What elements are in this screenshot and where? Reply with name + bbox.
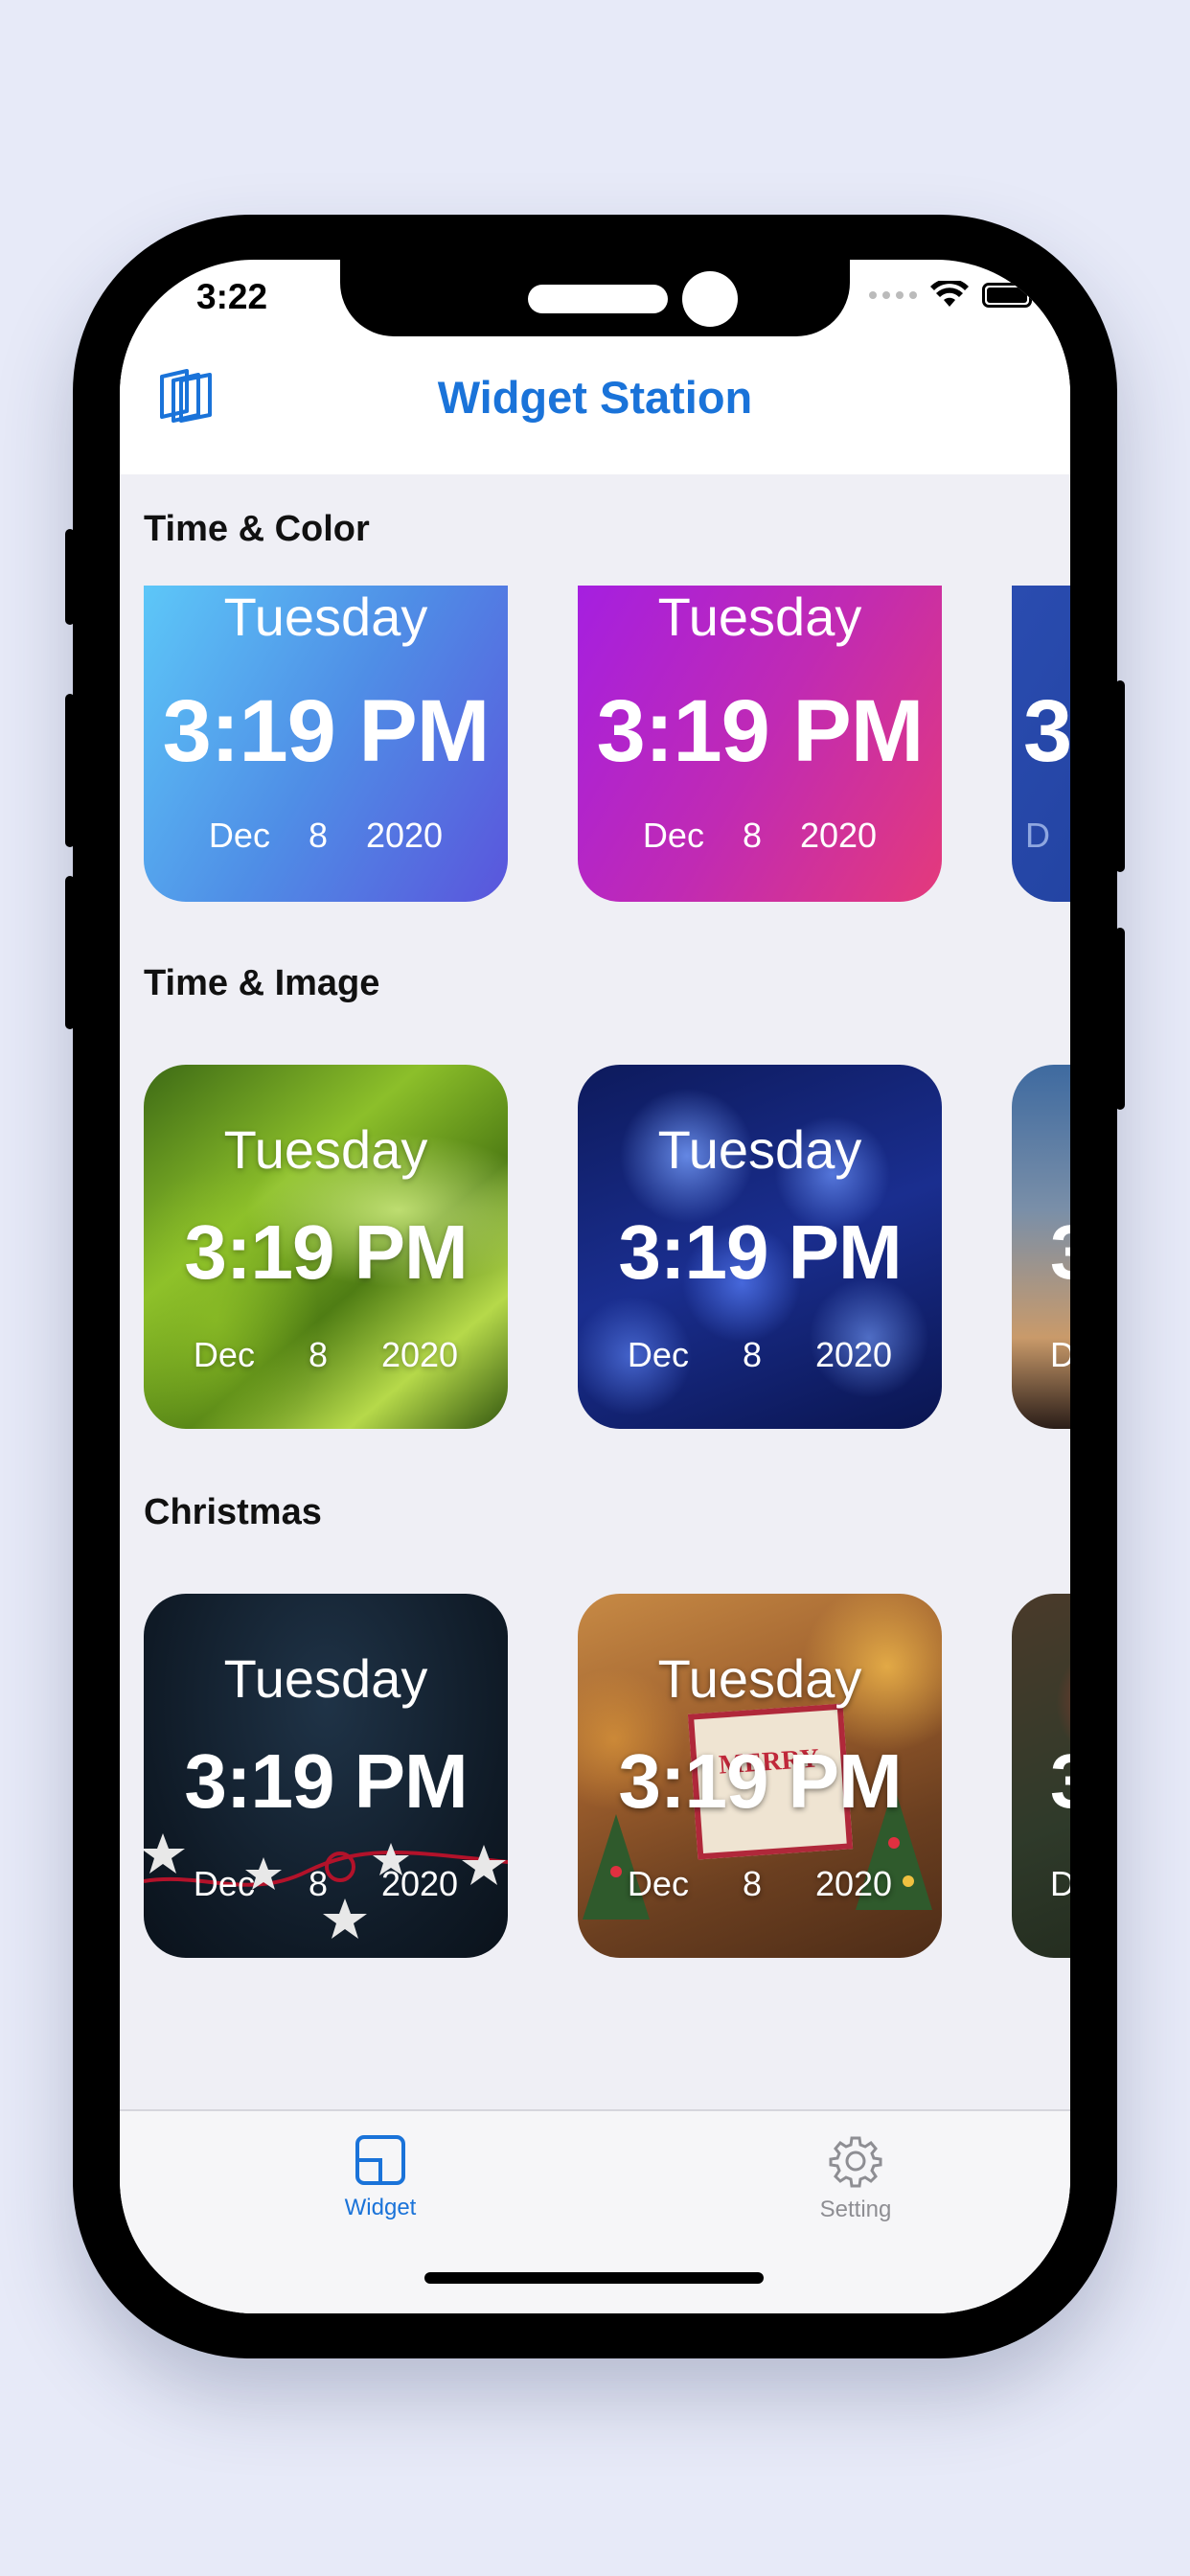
tab-widget-label: Widget	[344, 2195, 417, 2220]
tab-setting[interactable]: Setting	[760, 2134, 951, 2223]
widget-time: 3:19 PM	[596, 682, 925, 780]
widget-date: Dec 8 2020	[578, 1335, 942, 1375]
widget-date: D	[1012, 1864, 1070, 1904]
widget-card-color-2[interactable]: Tuesday 3:19 PM Dec 8 2020	[578, 586, 942, 902]
widget-day: Tuesday	[223, 1648, 428, 1709]
widget-month: D	[1050, 1335, 1070, 1374]
battery-icon	[982, 283, 1037, 308]
widget-day-number: 8	[742, 1864, 762, 1903]
widget-date: Dec 8 2020	[144, 1864, 508, 1904]
phone-frame: 3:22 Widget Station Time & Color Tuesday…	[65, 215, 1125, 2358]
widget-day-number: 8	[742, 816, 762, 855]
status-indicators	[869, 281, 1037, 310]
widget-date: Dec 8 2020	[578, 1864, 942, 1904]
widget-card-christmas-1[interactable]: Tuesday 3:19 PM Dec 8 2020	[144, 1594, 508, 1958]
widget-year: 2020	[799, 816, 878, 855]
widget-time: 3	[1012, 1737, 1070, 1826]
section-title-time-color: Time & Color	[144, 509, 370, 549]
widget-month: Dec	[193, 1335, 255, 1374]
widget-year: 2020	[380, 1864, 459, 1903]
widget-time: 3:19 PM	[162, 682, 491, 780]
section-title-time-image: Time & Image	[144, 963, 380, 1003]
side-button-lower	[1115, 928, 1125, 1110]
widget-card-image-3[interactable]: 3 D	[1012, 1065, 1070, 1429]
widget-day: Tuesday	[223, 586, 428, 647]
widget-year: 2020	[814, 1335, 893, 1374]
widget-month: D	[1050, 1864, 1070, 1903]
widget-card-color-3[interactable]: 3 D	[1012, 586, 1070, 902]
widget-day-number: 8	[742, 1335, 762, 1374]
widget-time: 3:19 PM	[184, 1209, 468, 1295]
widget-year: 2020	[380, 1335, 459, 1374]
section-title-christmas: Christmas	[144, 1492, 322, 1532]
tab-setting-label: Setting	[819, 2196, 892, 2222]
tab-widget[interactable]: Widget	[285, 2134, 476, 2221]
widget-date: Dec 8 2020	[144, 816, 508, 856]
volume-up-button	[65, 694, 75, 847]
widget-time: 3:19 PM	[618, 1209, 902, 1295]
widget-day: Tuesday	[657, 1119, 862, 1180]
app-title: Widget Station	[437, 372, 753, 423]
power-button	[1115, 680, 1125, 872]
widget-time: 3	[1012, 1208, 1070, 1297]
widget-date: Dec 8 2020	[578, 816, 942, 856]
widget-year: 2020	[365, 816, 444, 855]
gear-icon	[829, 2136, 882, 2188]
widget-date: D	[1012, 816, 1070, 856]
widget-time: 3:19 PM	[184, 1738, 468, 1824]
widget-day: Tuesday	[223, 1119, 428, 1180]
cellular-signal-icon	[869, 291, 917, 299]
mute-switch	[65, 529, 75, 625]
widget-time: 3:19 PM	[618, 1738, 902, 1824]
widget-month: D	[1025, 816, 1050, 855]
widget-date: Dec 8 2020	[144, 1335, 508, 1375]
widget-year: 2020	[814, 1864, 893, 1903]
front-camera	[682, 271, 738, 327]
widget-date: D	[1012, 1335, 1070, 1375]
widget-month: Dec	[627, 1335, 689, 1374]
widget-day-number: 8	[308, 1864, 328, 1903]
widget-month: Dec	[208, 816, 270, 855]
widget-day: Tuesday	[657, 1648, 862, 1709]
widget-card-image-2[interactable]: Tuesday 3:19 PM Dec 8 2020	[578, 1065, 942, 1429]
widget-gallery[interactable]: Time & Color Tuesday 3:19 PM Dec 8 2020 …	[120, 474, 1070, 2109]
tab-bar: Widget Setting	[120, 2109, 1070, 2313]
home-indicator[interactable]	[424, 2272, 764, 2284]
earpiece-speaker	[528, 285, 668, 313]
device-screen: 3:22 Widget Station Time & Color Tuesday…	[120, 260, 1070, 2313]
widget-month: Dec	[627, 1864, 689, 1903]
widget-month: Dec	[642, 816, 704, 855]
widget-time: 3	[1023, 682, 1070, 780]
wifi-icon	[930, 281, 969, 307]
widget-card-christmas-2[interactable]: MERRY Tuesday 3:19 PM Dec 8 2020	[578, 1594, 942, 1958]
widget-day: Tuesday	[657, 586, 862, 647]
widget-card-christmas-3[interactable]: 3 D	[1012, 1594, 1070, 1958]
navigation-bar: Widget Station	[120, 336, 1070, 474]
widget-icon	[355, 2135, 405, 2185]
widget-day-number: 8	[308, 816, 328, 855]
volume-down-button	[65, 876, 75, 1029]
notch	[340, 260, 850, 336]
widget-card-color-1[interactable]: Tuesday 3:19 PM Dec 8 2020	[144, 586, 508, 902]
widget-card-image-1[interactable]: Tuesday 3:19 PM Dec 8 2020	[144, 1065, 508, 1429]
widget-day-number: 8	[308, 1335, 328, 1374]
widget-month: Dec	[193, 1864, 255, 1903]
status-time: 3:22	[196, 277, 268, 316]
